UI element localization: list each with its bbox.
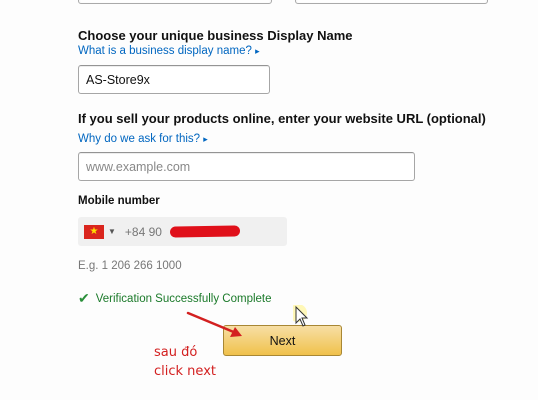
annotation-line-2: click next xyxy=(154,364,216,379)
annotation-line-1: sau đó xyxy=(154,345,198,360)
annotation-arrow-icon xyxy=(186,311,242,337)
display-name-label: Choose your unique business Display Name xyxy=(78,28,353,43)
top-input-left[interactable] xyxy=(78,0,272,4)
chevron-down-icon[interactable]: ▼ xyxy=(108,227,116,236)
mobile-number-field[interactable]: ★ ▼ +84 90 xyxy=(78,217,287,246)
annotation-text: sau đó click next xyxy=(154,343,216,381)
mouse-cursor-icon xyxy=(293,305,309,327)
verification-text: Verification Successfully Complete xyxy=(95,292,272,305)
chevron-right-icon: ▸ xyxy=(203,134,208,144)
redaction-mark xyxy=(169,225,241,238)
display-name-help-link[interactable]: What is a business display name? ▸ xyxy=(78,45,260,57)
top-input-right[interactable] xyxy=(295,0,488,4)
display-name-input[interactable]: AS-Store9x xyxy=(78,65,270,94)
phone-example-hint: E.g. 1 206 266 1000 xyxy=(78,260,182,272)
website-help-link[interactable]: Why do we ask for this? ▸ xyxy=(78,133,208,145)
vietnam-flag-icon[interactable]: ★ xyxy=(84,224,104,239)
website-label: If you sell your products online, enter … xyxy=(78,111,486,126)
phone-prefix[interactable]: +84 90 xyxy=(125,225,162,239)
chevron-right-icon: ▸ xyxy=(255,46,260,56)
website-url-input[interactable]: www.example.com xyxy=(78,152,415,181)
checkmark-icon: ✔ xyxy=(78,290,90,306)
mobile-number-label: Mobile number xyxy=(78,195,160,207)
